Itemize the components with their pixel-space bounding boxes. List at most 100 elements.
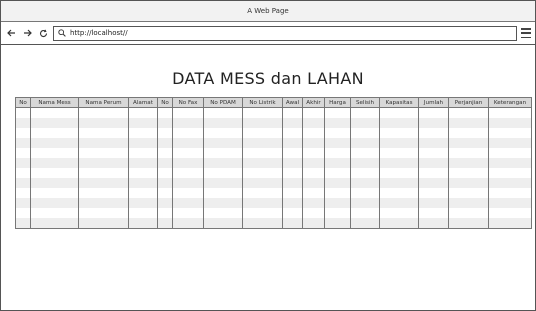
table-cell[interactable] — [282, 138, 303, 148]
table-cell[interactable] — [30, 118, 79, 128]
table-cell[interactable] — [128, 218, 158, 229]
table-cell[interactable] — [282, 208, 303, 218]
table-cell[interactable] — [242, 168, 283, 178]
table-cell[interactable] — [302, 208, 325, 218]
table-cell[interactable] — [157, 208, 173, 218]
table-cell[interactable] — [418, 158, 449, 168]
table-cell[interactable] — [15, 168, 31, 178]
table-cell[interactable] — [242, 107, 283, 118]
table-cell[interactable] — [302, 118, 325, 128]
table-cell[interactable] — [128, 138, 158, 148]
table-cell[interactable] — [448, 218, 489, 229]
table-cell[interactable] — [324, 198, 351, 208]
table-cell[interactable] — [324, 138, 351, 148]
table-cell[interactable] — [15, 158, 31, 168]
table-cell[interactable] — [379, 208, 419, 218]
table-cell[interactable] — [282, 198, 303, 208]
table-cell[interactable] — [128, 168, 158, 178]
column-header[interactable]: No — [157, 97, 173, 108]
table-cell[interactable] — [15, 198, 31, 208]
table-cell[interactable] — [15, 208, 31, 218]
table-cell[interactable] — [448, 148, 489, 158]
table-cell[interactable] — [157, 198, 173, 208]
column-header[interactable]: Selisih — [350, 97, 380, 108]
column-header[interactable]: No PDAM — [203, 97, 243, 108]
table-cell[interactable] — [157, 178, 173, 188]
table-cell[interactable] — [203, 138, 243, 148]
table-cell[interactable] — [324, 178, 351, 188]
table-cell[interactable] — [15, 107, 31, 118]
table-cell[interactable] — [128, 158, 158, 168]
table-cell[interactable] — [488, 148, 532, 158]
table-cell[interactable] — [242, 158, 283, 168]
table-cell[interactable] — [157, 218, 173, 229]
table-cell[interactable] — [379, 178, 419, 188]
table-cell[interactable] — [172, 188, 204, 198]
column-header[interactable]: Nama Mess — [30, 97, 79, 108]
table-cell[interactable] — [203, 128, 243, 138]
column-header[interactable]: Keterangan — [488, 97, 532, 108]
table-cell[interactable] — [350, 188, 380, 198]
table-cell[interactable] — [488, 128, 532, 138]
table-cell[interactable] — [418, 218, 449, 229]
table-cell[interactable] — [15, 148, 31, 158]
table-cell[interactable] — [128, 198, 158, 208]
table-cell[interactable] — [78, 218, 129, 229]
table-cell[interactable] — [350, 178, 380, 188]
table-cell[interactable] — [488, 118, 532, 128]
table-cell[interactable] — [157, 188, 173, 198]
column-header[interactable]: No Fax — [172, 97, 204, 108]
back-button[interactable] — [5, 26, 17, 40]
table-cell[interactable] — [302, 218, 325, 229]
table-cell[interactable] — [30, 178, 79, 188]
table-cell[interactable] — [379, 138, 419, 148]
table-cell[interactable] — [15, 138, 31, 148]
table-cell[interactable] — [379, 218, 419, 229]
table-cell[interactable] — [488, 188, 532, 198]
table-cell[interactable] — [350, 208, 380, 218]
table-cell[interactable] — [418, 188, 449, 198]
table-cell[interactable] — [157, 107, 173, 118]
table-cell[interactable] — [128, 188, 158, 198]
table-cell[interactable] — [448, 178, 489, 188]
table-cell[interactable] — [157, 148, 173, 158]
table-cell[interactable] — [157, 138, 173, 148]
table-cell[interactable] — [448, 138, 489, 148]
table-cell[interactable] — [242, 128, 283, 138]
table-cell[interactable] — [203, 148, 243, 158]
table-cell[interactable] — [242, 148, 283, 158]
table-cell[interactable] — [350, 218, 380, 229]
table-cell[interactable] — [379, 188, 419, 198]
table-cell[interactable] — [15, 118, 31, 128]
table-cell[interactable] — [282, 158, 303, 168]
url-input[interactable] — [70, 29, 512, 37]
table-cell[interactable] — [78, 208, 129, 218]
column-header[interactable]: Jumlah — [418, 97, 449, 108]
table-cell[interactable] — [172, 138, 204, 148]
table-cell[interactable] — [128, 118, 158, 128]
column-header[interactable]: No — [15, 97, 31, 108]
table-cell[interactable] — [242, 118, 283, 128]
table-cell[interactable] — [302, 168, 325, 178]
table-cell[interactable] — [324, 128, 351, 138]
table-cell[interactable] — [324, 118, 351, 128]
table-cell[interactable] — [282, 107, 303, 118]
table-cell[interactable] — [282, 148, 303, 158]
table-cell[interactable] — [30, 128, 79, 138]
table-cell[interactable] — [128, 208, 158, 218]
table-cell[interactable] — [302, 107, 325, 118]
table-cell[interactable] — [379, 118, 419, 128]
table-cell[interactable] — [15, 178, 31, 188]
table-cell[interactable] — [282, 118, 303, 128]
table-cell[interactable] — [324, 188, 351, 198]
table-cell[interactable] — [15, 188, 31, 198]
table-cell[interactable] — [203, 168, 243, 178]
menu-button[interactable] — [521, 28, 531, 38]
table-cell[interactable] — [78, 188, 129, 198]
table-cell[interactable] — [488, 208, 532, 218]
table-cell[interactable] — [488, 107, 532, 118]
table-cell[interactable] — [448, 107, 489, 118]
table-cell[interactable] — [172, 128, 204, 138]
table-cell[interactable] — [282, 218, 303, 229]
table-cell[interactable] — [203, 208, 243, 218]
